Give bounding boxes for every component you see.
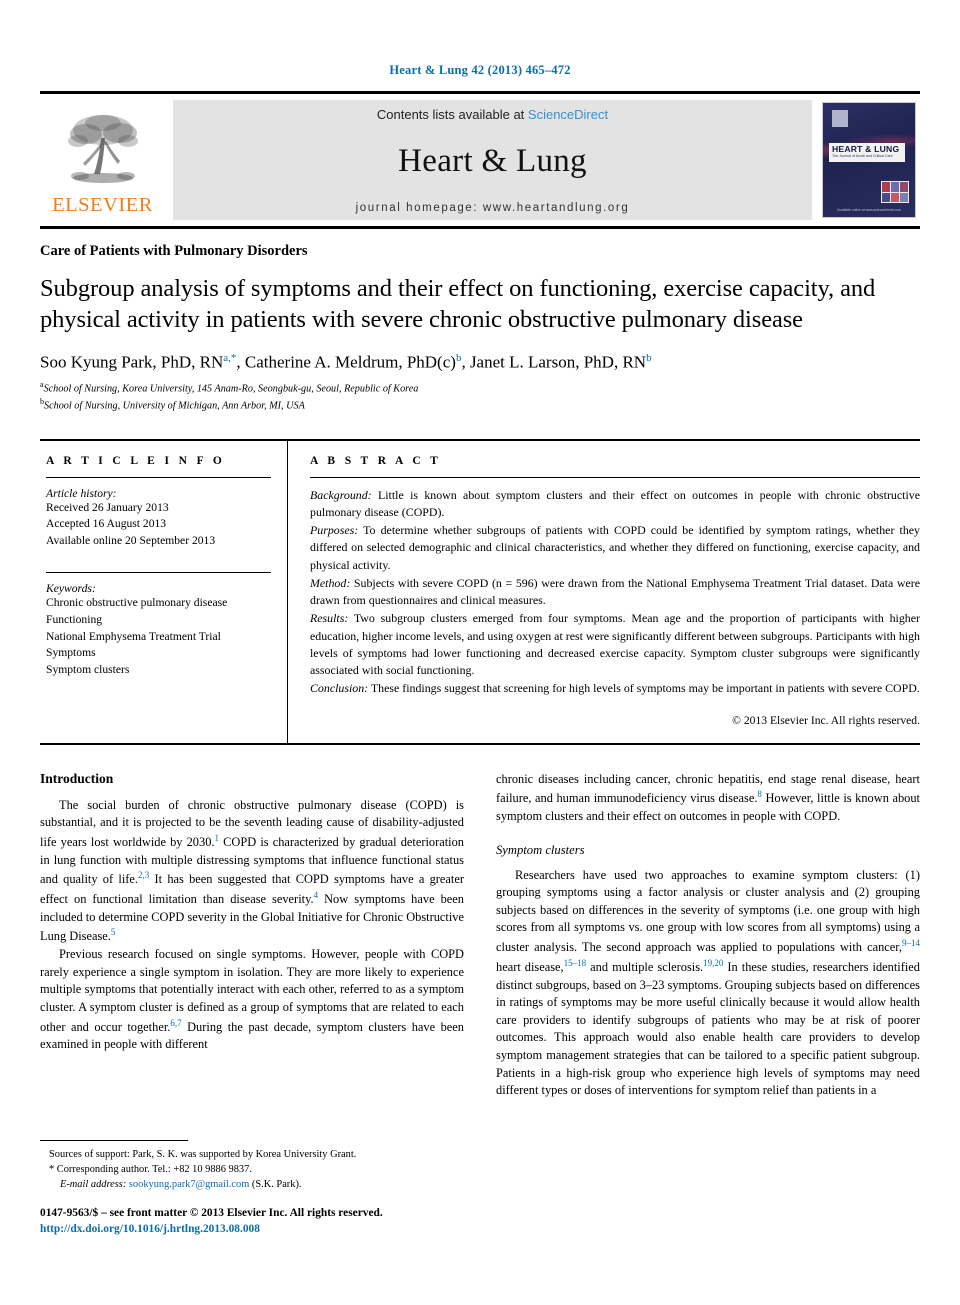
citation-ref[interactable]: 2,3 [138,870,149,880]
cover-subtitle: The Journal of Acute and Critical Care [832,154,893,159]
doi-link[interactable]: http://dx.doi.org/10.1016/j.hrtlng.2013.… [40,1222,520,1238]
contents-prefix: Contents lists available at [376,107,528,122]
divider [40,742,920,745]
email-suffix: (S.K. Park). [249,1178,302,1190]
journal-cover-image: HEART & LUNG The Journal of Acute and Cr… [822,102,916,218]
elsevier-logo: ELSEVIER [40,94,165,226]
running-head: Heart & Lung 42 (2013) 465–472 [389,63,571,77]
author-list: Soo Kyung Park, PhD, RNa,*, Catherine A.… [40,351,652,372]
abstract-conclusion: Conclusion: These findings suggest that … [310,680,920,697]
affiliation-text: School of Nursing, University of Michiga… [44,399,305,411]
abstract-text: Little is known about symptom clusters a… [310,487,920,519]
abstract-results: Results: Two subgroup clusters emerged f… [310,610,920,679]
email-link[interactable]: sookyung.park7@gmail.com [129,1179,249,1190]
article-page: Heart & Lung 42 (2013) 465–472 ELSEVIER … [0,0,960,1305]
citation-ref[interactable]: 5 [111,927,116,937]
article-history-received: Received 26 January 2013 [46,500,169,514]
author-name: Janet L. Larson, PhD, RN [469,352,647,372]
email-label: E-mail address: [60,1178,127,1190]
elsevier-wordmark: ELSEVIER [52,194,153,217]
abstract-background: Background: Little is known about sympto… [310,487,920,522]
contents-available-line: Contents lists available at ScienceDirec… [377,107,608,122]
footnote-support: Sources of support: Park, S. K. was supp… [49,1149,357,1160]
author-affiliation-mark: b [646,351,652,364]
affiliation-item: bSchool of Nursing, University of Michig… [40,397,920,413]
keyword-item: Functioning [46,612,103,626]
imprint-block: 0147-9563/$ – see front matter © 2013 El… [40,1205,520,1238]
paragraph-text: and multiple sclerosis. [586,959,704,974]
article-info-abstract-block: A R T I C L E I N F O Article history: R… [40,438,920,743]
keywords-label: Keywords: [46,582,96,596]
footnote-corresponding-author: * Corresponding author. Tel.: +82 10 988… [49,1163,252,1175]
body-left-column: Introduction The social burden of chroni… [40,771,464,1100]
abstract-text: These findings suggest that screening fo… [368,681,920,696]
right-paragraph-continued: chronic diseases including cancer, chron… [496,771,920,826]
author-name: Soo Kyung Park, PhD, RN [40,352,224,372]
elsevier-tree-icon [67,115,138,184]
introduction-paragraph-1: The social burden of chronic obstructive… [40,797,464,946]
cover-title-box: HEART & LUNG The Journal of Acute and Cr… [829,143,905,163]
abstract-purposes: Purposes: To determine whether subgroups… [310,522,920,574]
footnote-email: E-mail address: sookyung.park7@gmail.com… [40,1178,480,1193]
citation-ref[interactable]: 15–18 [564,958,587,968]
sciencedirect-link[interactable]: ScienceDirect [528,107,608,122]
keyword-item: National Emphysema Treatment Trial [46,629,221,643]
article-history-accepted: Accepted 16 August 2013 [46,517,167,531]
affiliation-list: aSchool of Nursing, Korea University, 14… [40,380,920,412]
divider [46,572,271,574]
journal-masthead: ELSEVIER Contents lists available at Sci… [40,91,920,229]
citation-ref[interactable]: 19,20 [703,958,723,968]
footnote-divider [40,1140,188,1141]
abstract-label: Background: [310,487,372,502]
keyword-item: Chronic obstructive pulmonary disease [46,596,228,610]
abstract-text: Two subgroup clusters emerged from four … [310,611,920,678]
abstract-method: Method: Subjects with severe COPD (n = 5… [310,575,920,610]
cover-publisher-icon [832,110,848,127]
paragraph-text: In these studies, researchers identified… [496,959,920,1098]
footnotes-block: Sources of support: Park, S. K. was supp… [40,1140,480,1192]
divider [46,476,271,478]
introduction-paragraph-2: Previous research focused on single symp… [40,946,464,1054]
abstract-heading: A B S T R A C T [310,454,442,467]
journal-title: Heart & Lung [398,143,587,179]
article-body: Introduction The social burden of chroni… [40,771,920,1100]
journal-homepage-link[interactable]: journal homepage: www.heartandlung.org [356,202,630,214]
divider [310,476,920,478]
citation-ref[interactable]: 6,7 [170,1018,181,1028]
abstract-copyright: © 2013 Elsevier Inc. All rights reserved… [732,713,920,727]
page-title: Subgroup analysis of symptoms and their … [40,275,876,333]
article-history-online: Available online 20 September 2013 [46,534,216,548]
abstract-text: Subjects with severe COPD (n = 596) were… [310,575,920,608]
symptom-clusters-subheading: Symptom clusters [496,842,585,857]
article-info-column: A R T I C L E I N F O Article history: R… [40,440,288,743]
introduction-heading: Introduction [40,770,114,786]
author-affiliation-mark: a,* [223,351,237,364]
abstract-text: To determine whether subgroups of patien… [310,523,920,572]
abstract-label: Conclusion: [310,681,369,696]
cover-thumbnail-grid [881,181,909,203]
article-history-label: Article history: [46,486,117,500]
affiliation-item: aSchool of Nursing, Korea University, 14… [40,380,920,396]
keyword-item: Symptom clusters [46,663,130,677]
body-right-column: chronic diseases including cancer, chron… [496,771,920,1100]
article-info-heading: A R T I C L E I N F O [46,454,226,467]
author-name: Catherine A. Meldrum, PhD(c) [244,352,456,372]
abstract-label: Results: [310,611,349,626]
abstract-label: Purposes: [310,523,359,538]
paragraph-text: heart disease, [496,959,564,974]
keyword-item: Symptoms [46,646,96,660]
paragraph-text: Researchers have used two approaches to … [496,867,920,955]
abstract-column: A B S T R A C T Background: Little is kn… [288,441,920,743]
journal-banner: Contents lists available at ScienceDirec… [173,100,812,220]
imprint-front-matter: 0147-9563/$ – see front matter © 2013 El… [40,1207,383,1219]
abstract-label: Method: [310,575,351,590]
citation-ref[interactable]: 9–14 [902,938,920,948]
author-affiliation-mark: b [455,351,462,364]
affiliation-text: School of Nursing, Korea University, 145… [43,383,419,395]
symptom-clusters-paragraph: Researchers have used two approaches to … [496,867,920,1100]
journal-section-label: Care of Patients with Pulmonary Disorder… [40,243,308,259]
cover-footer-text: Available online at www.sciencedirect.co… [837,208,901,212]
cover-title: HEART & LUNG [832,144,900,154]
